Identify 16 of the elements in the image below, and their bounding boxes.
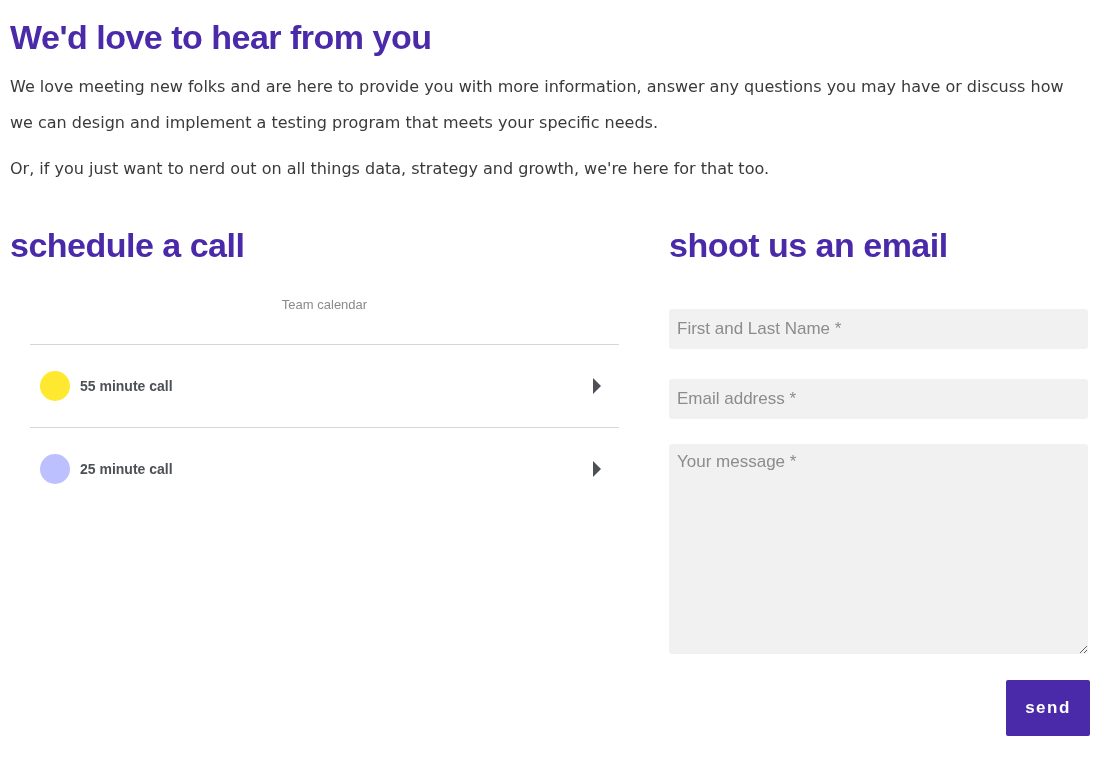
calendar-label: Team calendar (280, 297, 369, 314)
event-name: 25 minute call (80, 461, 174, 477)
send-button[interactable]: send (1006, 680, 1090, 736)
intro-paragraph: We love meeting new folks and are here to provide you with more information, answer any questions you may have or discuss how we can design and implement a testing program that meets your specific needs. (10, 76, 1065, 134)
section-heading: schedule a call (10, 225, 246, 265)
event-type-row[interactable]: 55 minute call (30, 344, 619, 427)
intro-paragraph: Or, if you just want to nerd out on all things data, strategy and growth, we're here for that too. (10, 158, 770, 180)
page-heading: We'd love to hear from you (10, 18, 433, 57)
caret-right-icon (593, 461, 601, 477)
input-field[interactable]: First and Last Name * (669, 309, 1088, 349)
event-name: 55 minute call (80, 378, 174, 394)
event-type-row[interactable]: 25 minute call (30, 427, 619, 510)
message-field[interactable]: Your message * (669, 444, 1088, 654)
input-field[interactable]: Email address * (669, 379, 1088, 419)
section-heading: shoot us an email (669, 225, 949, 265)
caret-right-icon (593, 378, 601, 394)
